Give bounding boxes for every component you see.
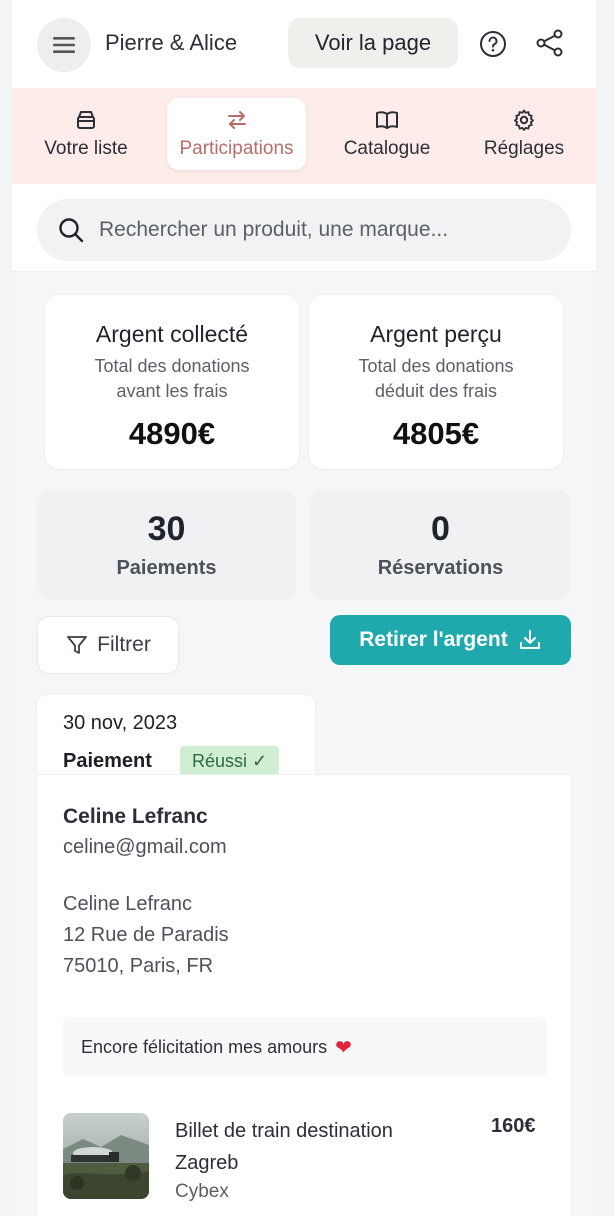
search-bar[interactable] — [37, 199, 571, 261]
tab-label: Catalogue — [343, 138, 431, 159]
filter-button[interactable]: Filtrer — [37, 616, 179, 674]
box-icon — [77, 111, 95, 129]
payments-count-card: 30 Paiements — [37, 490, 296, 600]
count-label: Réservations — [377, 557, 504, 579]
tab-label: Réglages — [483, 138, 565, 159]
tab-votre-liste[interactable]: Votre liste — [30, 98, 142, 170]
address-line: 12 Rue de Paradis — [63, 924, 229, 946]
tab-reglages[interactable]: Réglages — [470, 98, 578, 170]
gear-icon — [514, 109, 534, 131]
swap-arrows-icon — [227, 111, 246, 129]
search-icon — [59, 218, 84, 243]
tab-label: Participations — [179, 138, 294, 159]
transaction-date: 30 nov, 2023 — [63, 712, 178, 734]
stat-subtitle-line: déduit des frais — [374, 381, 498, 401]
product-title: Billet de train destination Zagreb — [175, 1120, 393, 1174]
count-label: Paiements — [116, 557, 217, 579]
transaction-details: Celine Lefranc celine@gmail.com Celine L… — [37, 775, 571, 1216]
stat-value: 4805€ — [392, 416, 480, 451]
stat-title: Argent perçu — [370, 321, 502, 347]
tab-label: Votre liste — [44, 138, 128, 159]
menu-button[interactable] — [37, 18, 91, 72]
filter-icon — [67, 636, 88, 654]
page-title: Pierre & Alice — [105, 30, 238, 55]
train-landscape-image — [63, 1113, 149, 1199]
stat-subtitle: Total des donations déduit des frais — [309, 354, 563, 404]
app-screen: Pierre & Alice Voir la page Votre liste — [0, 0, 614, 1216]
address-line: Celine Lefranc — [63, 893, 192, 915]
tab-participations[interactable]: Participations — [167, 98, 306, 170]
tab-bar: Votre liste Participations Catalogue Rég… — [12, 88, 596, 184]
withdraw-money-button[interactable]: Retirer l'argent — [330, 615, 571, 665]
address-line: 75010, Paris, FR — [63, 955, 214, 977]
stat-value: 4890€ — [128, 416, 216, 451]
product-image — [63, 1113, 149, 1199]
stat-subtitle-line: Total des donations — [358, 356, 514, 376]
donor-name: Celine Lefranc — [63, 805, 208, 828]
heart-icon: ❤ — [335, 1036, 352, 1059]
filter-label: Filtrer — [97, 633, 151, 656]
count-value: 0 — [431, 510, 450, 548]
transaction-type: Paiement — [63, 750, 152, 772]
product-price: 160€ — [491, 1115, 536, 1137]
hamburger-icon — [53, 37, 75, 53]
tab-catalogue[interactable]: Catalogue — [330, 98, 444, 170]
reservations-count-card: 0 Réservations — [311, 490, 570, 600]
status-badge: Réussi ✓ — [180, 746, 280, 776]
search-input[interactable] — [99, 218, 519, 242]
stat-subtitle: Total des donations avant les frais — [45, 354, 299, 404]
search-section — [12, 184, 596, 272]
withdraw-label: Retirer l'argent — [359, 628, 508, 651]
download-icon — [519, 630, 540, 649]
message-text: Encore félicitation mes amours — [81, 1036, 328, 1057]
top-header: Pierre & Alice Voir la page — [12, 0, 596, 88]
stat-subtitle-line: Total des donations — [94, 356, 250, 376]
help-circle-icon[interactable] — [479, 30, 507, 58]
stat-title: Argent collecté — [95, 321, 249, 347]
collected-money-card: Argent collecté Total des donations avan… — [45, 295, 299, 469]
stat-subtitle-line: avant les frais — [116, 381, 228, 401]
book-open-icon — [376, 111, 398, 129]
donor-message: Encore félicitation mes amours ❤ — [63, 1017, 547, 1077]
view-page-button[interactable]: Voir la page — [288, 18, 458, 68]
share-icon[interactable] — [535, 28, 565, 58]
donor-email: celine@gmail.com — [63, 836, 227, 858]
count-value: 30 — [147, 510, 186, 548]
product-brand: Cybex — [175, 1181, 229, 1202]
received-money-card: Argent perçu Total des donations déduit … — [309, 295, 563, 469]
